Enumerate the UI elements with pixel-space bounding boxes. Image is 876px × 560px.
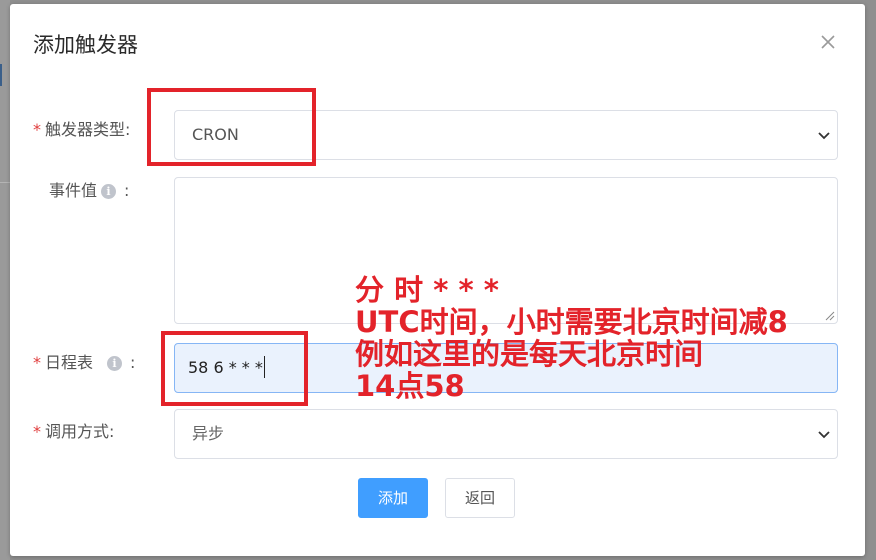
annotation-line: 14点58 bbox=[355, 369, 465, 403]
schedule-label-text: 日程表 bbox=[45, 353, 94, 372]
event-value-colon: : bbox=[124, 181, 130, 200]
event-value-label: 事件值 i: bbox=[49, 181, 129, 201]
required-mark: * bbox=[33, 353, 41, 372]
annotation-text: 分 时 * * * UTC时间，小时需要北京时间减8 例如这里的是每天北京时间 … bbox=[355, 273, 788, 403]
call-mode-select[interactable]: 异步 bbox=[174, 409, 838, 459]
annotation-box-trigger-type bbox=[147, 88, 316, 166]
schedule-colon: : bbox=[130, 353, 136, 372]
info-icon[interactable]: i bbox=[101, 184, 117, 199]
info-icon[interactable]: i bbox=[107, 356, 123, 371]
add-button[interactable]: 添加 bbox=[358, 478, 428, 518]
trigger-type-label-text: 触发器类型: bbox=[45, 120, 131, 139]
schedule-label: * 日程表 i: bbox=[33, 353, 135, 373]
annotation-line: 分 时 * * * bbox=[355, 273, 499, 307]
annotation-line: UTC时间，小时需要北京时间减8 bbox=[355, 305, 788, 339]
chevron-down-icon bbox=[818, 431, 830, 439]
back-button[interactable]: 返回 bbox=[445, 478, 515, 518]
add-trigger-dialog: 添加触发器 * 触发器类型: CRON 事件值 i: * 日程表 i: 58 6 * *… bbox=[10, 4, 865, 556]
background-link-edge bbox=[0, 64, 6, 86]
annotation-box-schedule bbox=[161, 331, 308, 406]
required-mark: * bbox=[33, 120, 41, 139]
trigger-type-label: * 触发器类型: bbox=[33, 120, 130, 140]
call-mode-label: * 调用方式: bbox=[33, 422, 114, 442]
call-mode-value: 异步 bbox=[192, 424, 225, 443]
close-icon[interactable] bbox=[820, 34, 836, 50]
background-page bbox=[0, 0, 10, 560]
resize-handle-icon[interactable] bbox=[825, 311, 835, 321]
dialog-title: 添加触发器 bbox=[33, 33, 138, 57]
annotation-line: 例如这里的是每天北京时间 bbox=[355, 337, 704, 371]
chevron-down-icon bbox=[818, 132, 830, 140]
event-value-label-text: 事件值 bbox=[49, 181, 98, 200]
required-mark: * bbox=[33, 422, 41, 441]
call-mode-label-text: 调用方式: bbox=[45, 422, 115, 441]
background-divider bbox=[0, 182, 10, 183]
